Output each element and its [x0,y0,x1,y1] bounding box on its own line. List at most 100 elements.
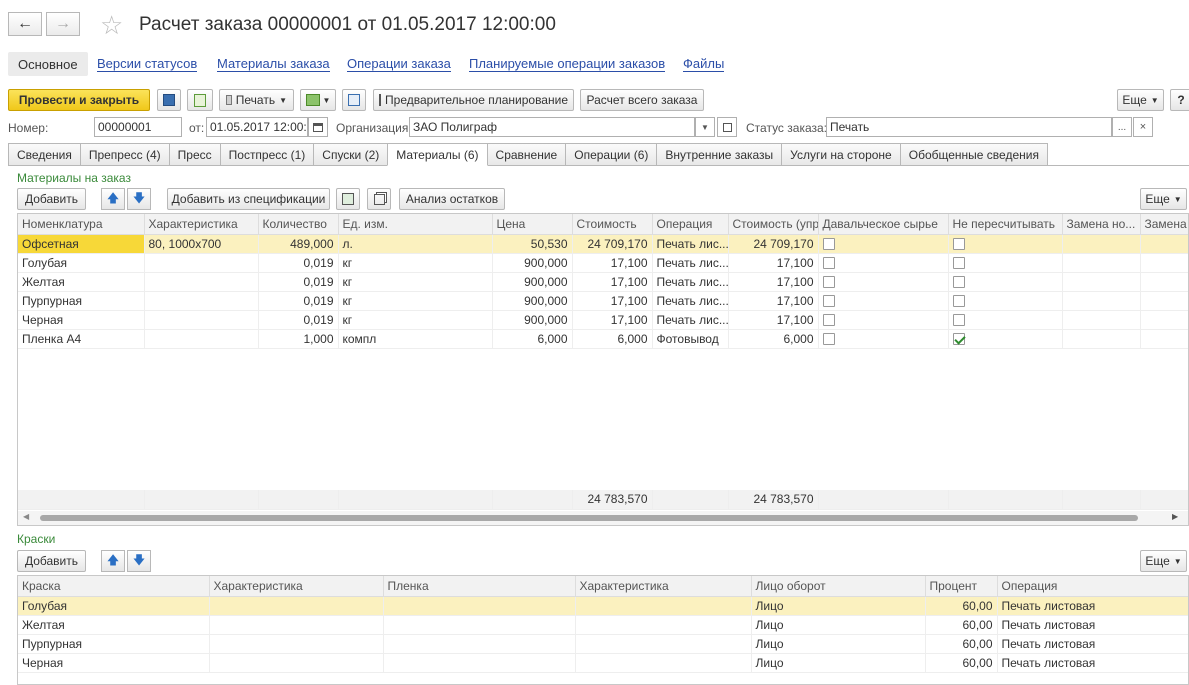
save-button[interactable] [157,89,181,111]
create-based-on-button[interactable]: ▼ [300,89,336,111]
inks-col-header[interactable]: Пленка [383,576,576,597]
cell-unit[interactable]: л. [338,234,493,254]
cell-pct[interactable]: 60,00 [925,596,998,616]
tolling-checkbox[interactable] [822,257,835,270]
tab-comparison[interactable]: Сравнение [486,143,567,165]
cell-empty[interactable] [1140,253,1188,273]
order-status-field[interactable]: Печать [826,117,1112,137]
cell-unit[interactable]: кг [338,310,493,330]
cell-empty[interactable] [383,653,576,673]
cell-side[interactable]: Лицо [751,615,926,635]
copy-button[interactable] [367,188,391,210]
cell-empty[interactable] [1140,272,1188,292]
cell-op[interactable]: Печать лис... [652,253,729,273]
print-button[interactable]: Печать ▼ [219,89,294,111]
cell-op[interactable]: Печать листовая [997,634,1188,654]
section-planned-operations[interactable]: Планируемые операции заказов [469,56,666,72]
add-from-spec-button[interactable]: Добавить из спецификации [167,188,330,210]
cell-empty[interactable] [383,596,576,616]
tab-press[interactable]: Пресс [168,143,221,165]
cell-op[interactable]: Печать лис... [652,234,729,254]
cell-cost_m[interactable]: 6,000 [728,329,819,349]
cell-name[interactable]: Голубая [18,253,145,273]
tab-materials[interactable]: Материалы (6) [387,143,488,166]
move-down-button[interactable]: 🡇 [127,188,151,210]
inks-col-header[interactable]: Лицо оборот [751,576,926,597]
materials-col-header[interactable]: Замена х [1140,214,1188,235]
star-icon[interactable]: ☆ [100,10,123,41]
cell-op[interactable]: Печать листовая [997,615,1188,635]
table-row[interactable]: Черная 0,019 кг 900,000 17,100 Печать лис... 1… [18,310,1188,330]
cell-qty[interactable]: 1,000 [258,329,339,349]
tab-internal-orders[interactable]: Внутренние заказы [656,143,783,165]
cell-op[interactable]: Печать листовая [997,653,1188,673]
norecalc-checkbox[interactable] [952,238,965,251]
table-row[interactable]: Пурпурная Лицо 60,00 Печать листовая [18,634,1188,654]
cell-price[interactable]: 900,000 [492,310,573,330]
more-button[interactable]: Еще ▼ [1117,89,1164,111]
structure-button[interactable] [342,89,366,111]
cell-price[interactable]: 900,000 [492,253,573,273]
tolling-checkbox[interactable] [822,295,835,308]
cell-unit[interactable]: компл [338,329,493,349]
cell-empty[interactable] [575,634,752,654]
section-order-operations[interactable]: Операции заказа [347,56,451,72]
inks-col-header[interactable]: Характеристика [575,576,752,597]
cell-op[interactable]: Печать листовая [997,596,1188,616]
section-main[interactable]: Основное [8,52,88,76]
forward-button[interactable]: → [46,12,80,36]
cell-empty[interactable] [1062,253,1141,273]
cell-empty[interactable] [209,596,384,616]
table-row[interactable]: Голубая 0,019 кг 900,000 17,100 Печать лис...… [18,253,1188,273]
norecalc-checkbox[interactable] [952,333,965,346]
cell-price[interactable]: 900,000 [492,291,573,311]
section-files[interactable]: Файлы [683,56,725,72]
materials-col-header[interactable]: Ед. изм. [338,214,493,235]
scroll-right-icon[interactable]: ▶ [1172,512,1178,521]
cell-name[interactable]: Желтая [18,272,145,292]
cell-qty[interactable]: 489,000 [258,234,339,254]
cell-name[interactable]: Пленка А4 [18,329,145,349]
table-row[interactable]: Пленка А4 1,000 компл 6,000 6,000 Фотовывод 6,… [18,329,1188,349]
cell-char[interactable]: 80, 1000х700 [144,234,259,254]
date-field[interactable]: 01.05.2017 12:00:0 [206,117,308,137]
cell-char[interactable] [144,329,259,349]
ink-move-down-button[interactable]: 🡇 [127,550,151,572]
cell-cost[interactable]: 17,100 [572,310,653,330]
tab-postpress[interactable]: Постпресс (1) [219,143,315,165]
materials-more-button[interactable]: Еще ▼ [1140,188,1187,210]
cell-op[interactable]: Фотовывод [652,329,729,349]
tab-outsourced-services[interactable]: Услуги на стороне [781,143,901,165]
cell-ink[interactable]: Пурпурная [18,634,210,654]
cell-op[interactable]: Печать лис... [652,291,729,311]
cell-name[interactable]: Офсетная [18,234,145,254]
materials-col-header[interactable]: Количество [258,214,339,235]
materials-add-button[interactable]: Добавить [17,188,86,210]
tolling-checkbox[interactable] [822,314,835,327]
number-field[interactable]: 00000001 [94,117,182,137]
tab-prepress[interactable]: Препресс (4) [79,143,170,165]
cell-cost[interactable]: 24 709,170 [572,234,653,254]
inks-col-header[interactable]: Характеристика [209,576,384,597]
norecalc-checkbox[interactable] [952,295,965,308]
cell-cost[interactable]: 17,100 [572,253,653,273]
cell-op[interactable]: Печать лис... [652,310,729,330]
cell-ink[interactable]: Голубая [18,596,210,616]
cell-price[interactable]: 6,000 [492,329,573,349]
materials-col-header[interactable]: Стоимость (упр) [728,214,819,235]
cell-char[interactable] [144,253,259,273]
norecalc-checkbox[interactable] [952,276,965,289]
materials-col-header[interactable]: Операция [652,214,729,235]
cell-pct[interactable]: 60,00 [925,615,998,635]
cell-ink[interactable]: Желтая [18,615,210,635]
cell-qty[interactable]: 0,019 [258,253,339,273]
cell-unit[interactable]: кг [338,253,493,273]
cell-cost[interactable]: 17,100 [572,291,653,311]
cell-price[interactable]: 50,530 [492,234,573,254]
cell-empty[interactable] [1062,272,1141,292]
cell-ink[interactable]: Черная [18,653,210,673]
organization-field[interactable]: ЗАО Полиграф [409,117,695,137]
cell-empty[interactable] [1140,234,1188,254]
inks-add-button[interactable]: Добавить [17,550,86,572]
organization-dropdown-button[interactable]: ▼ [695,117,715,137]
